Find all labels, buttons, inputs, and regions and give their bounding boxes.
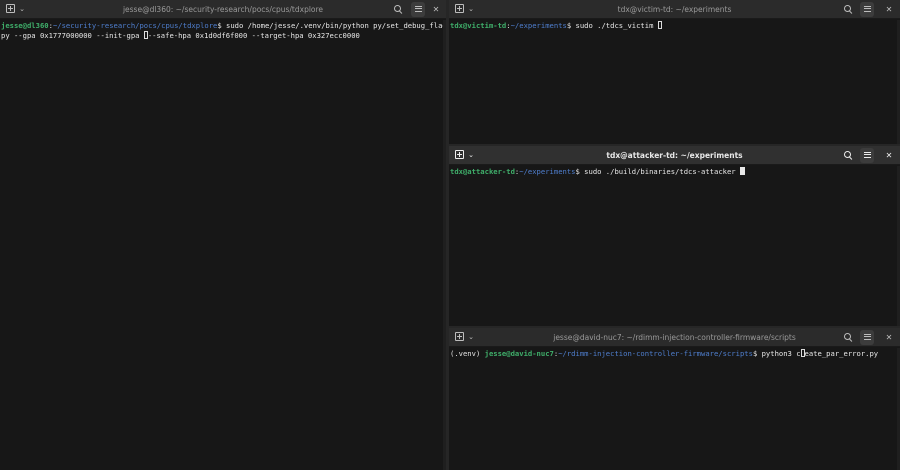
close-icon: ✕ [885, 333, 893, 342]
close-button[interactable]: ✕ [883, 2, 895, 17]
command-text-line1: sudo /home/jesse/.venv/bin/python py/set… [226, 21, 446, 30]
close-button[interactable]: ✕ [430, 2, 442, 17]
search-icon [843, 4, 851, 12]
menu-button[interactable] [860, 330, 874, 345]
terminal-pane-attacker[interactable]: ⌄ tdx@attacker-td: ~/experiments ✕ tdx@a… [449, 146, 900, 326]
prompt-path: ~/security-research/pocs/cpus/tdxplore [52, 21, 218, 30]
prompt-path: ~/experiments [510, 21, 567, 30]
prompt-user: tdx@victim-td [450, 21, 507, 30]
search-icon [393, 4, 401, 12]
terminal-output[interactable]: tdx@attacker-td:~/experiments$ sudo ./bu… [450, 167, 899, 326]
prompt-path: ~/rdimm-injection-controller-firmware/sc… [558, 349, 753, 358]
window-title: jesse@dl360: ~/security-research/pocs/cp… [122, 5, 324, 14]
close-button[interactable]: ✕ [883, 330, 895, 345]
prompt-user: jesse@david-nuc7 [484, 349, 554, 358]
search-button[interactable] [390, 2, 404, 17]
close-button[interactable]: ✕ [883, 148, 895, 163]
menu-button[interactable] [411, 2, 425, 17]
venv-indicator: (.venv) [450, 349, 485, 358]
terminal-output[interactable]: tdx@victim-td:~/experiments$ sudo ./tdcs… [450, 21, 899, 144]
prompt-char: $ [217, 21, 227, 30]
command-text-a: python3 c [761, 349, 801, 358]
menu-button[interactable] [860, 148, 874, 163]
window-title: tdx@victim-td: ~/experiments [617, 5, 732, 14]
command-text-line2b: --safe-hpa 0x1d0df6f000 --target-hpa 0x3… [147, 30, 360, 40]
close-icon: ✕ [432, 5, 440, 14]
window-title: tdx@attacker-td: ~/experiments [606, 151, 743, 160]
window-title: jesse@david-nuc7: ~/rdimm-injection-cont… [553, 333, 796, 342]
text-cursor [739, 167, 745, 175]
titlebar-victim[interactable]: ⌄ tdx@victim-td: ~/experiments ✕ [449, 0, 900, 19]
search-icon [843, 150, 851, 158]
text-cursor [657, 21, 662, 29]
prompt-user: tdx@attacker-td [450, 167, 515, 176]
terminal-pane-dl360[interactable]: ⌄ jesse@dl360: ~/security-research/pocs/… [0, 0, 446, 470]
prompt-char: $ [575, 167, 585, 176]
titlebar-dl360[interactable]: ⌄ jesse@dl360: ~/security-research/pocs/… [0, 0, 446, 19]
command-text-line2a: py --gpa 0x1777000000 --init-gpa [1, 30, 144, 40]
prompt-path: ~/experiments [519, 167, 576, 176]
search-button[interactable] [840, 148, 854, 163]
search-icon [843, 332, 851, 340]
menu-button[interactable] [860, 2, 874, 17]
command-text-b: eate_par_error.py [804, 349, 879, 358]
hamburger-menu-icon [414, 5, 422, 12]
command-text: sudo ./tdcs_victim [575, 21, 654, 30]
search-button[interactable] [840, 330, 854, 345]
terminal-output[interactable]: (.venv) jesse@david-nuc7:~/rdimm-injecti… [450, 349, 899, 470]
terminal-pane-victim[interactable]: ⌄ tdx@victim-td: ~/experiments ✕ tdx@vic… [449, 0, 900, 144]
close-icon: ✕ [885, 151, 893, 160]
hamburger-menu-icon [863, 5, 871, 12]
hamburger-menu-icon [863, 333, 871, 340]
prompt-char: $ [752, 349, 762, 358]
prompt-user: jesse@dl360 [1, 21, 49, 30]
command-text: sudo ./build/binaries/tdcs-attacker [584, 167, 740, 176]
terminal-output[interactable]: jesse@dl360:~/security-research/pocs/cpu… [1, 21, 446, 470]
titlebar-nuc[interactable]: ⌄ jesse@david-nuc7: ~/rdimm-injection-co… [449, 328, 900, 347]
hamburger-menu-icon [863, 151, 871, 158]
search-button[interactable] [840, 2, 854, 17]
close-icon: ✕ [885, 5, 893, 14]
titlebar-attacker[interactable]: ⌄ tdx@attacker-td: ~/experiments ✕ [449, 146, 900, 165]
terminal-pane-nuc[interactable]: ⌄ jesse@david-nuc7: ~/rdimm-injection-co… [449, 328, 900, 470]
prompt-char: $ [566, 21, 576, 30]
